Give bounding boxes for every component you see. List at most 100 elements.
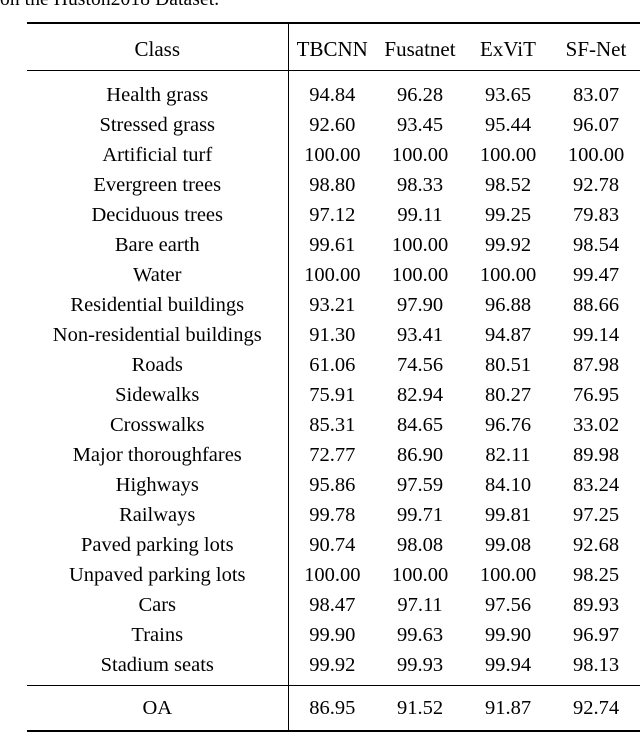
cell-tbcnn: 99.61 — [309, 234, 356, 256]
cell-tbcnn: 99.90 — [309, 624, 356, 646]
table-row: Roads 61.06 74.56 80.51 87.98 — [27, 350, 640, 380]
column-header-fusatnet: Fusatnet — [384, 37, 456, 61]
cell-exvit: 99.25 — [484, 204, 532, 226]
row-label: Water — [27, 260, 289, 290]
column-header-sfnet: SF-Net — [565, 37, 627, 61]
table-spacer — [27, 71, 640, 80]
table-row: Paved parking lots 90.74 98.08 99.08 92.… — [27, 530, 640, 560]
cell-exvit: 80.27 — [484, 384, 532, 406]
table-body: Class TBCNN Fusatnet ExViT SF-Net Health… — [27, 22, 640, 732]
cell-sfnet: 89.98 — [572, 444, 620, 466]
cell-fusatnet: 99.63 — [396, 624, 444, 646]
row-label: Stressed grass — [27, 110, 289, 140]
table-row: Cars 98.47 97.11 97.56 89.93 — [27, 590, 640, 620]
cell-exvit: 97.56 — [484, 594, 532, 616]
row-label-oa: OA — [27, 691, 289, 725]
table-row: Evergreen trees 98.80 98.33 98.52 92.78 — [27, 170, 640, 200]
row-label: Residential buildings — [27, 290, 289, 320]
table-row: Trains 99.90 99.63 99.90 96.97 — [27, 620, 640, 650]
caption-text: on the Huston2018 Dataset. — [0, 0, 640, 12]
row-label: Major thoroughfares — [27, 440, 289, 470]
cell-exvit: 96.88 — [484, 294, 532, 316]
cell-fusatnet: 97.59 — [396, 474, 444, 496]
results-table-container: Class TBCNN Fusatnet ExViT SF-Net Health… — [27, 22, 640, 732]
cell-exvit: 99.94 — [484, 654, 532, 676]
cell-fusatnet: 99.93 — [396, 654, 444, 676]
cell-sfnet: 33.02 — [572, 414, 620, 436]
cell-sfnet: 99.14 — [572, 324, 620, 346]
cell-fusatnet: 100.00 — [391, 564, 449, 586]
cell-tbcnn: 85.31 — [309, 414, 356, 436]
table-row: Artificial turf 100.00 100.00 100.00 100… — [27, 140, 640, 170]
row-label: Evergreen trees — [27, 170, 289, 200]
cell-sfnet: 88.66 — [572, 294, 620, 316]
table-spacer — [27, 24, 640, 33]
cell-fusatnet: 99.11 — [397, 204, 443, 226]
row-label: Crosswalks — [27, 410, 289, 440]
cell-exvit: 100.00 — [479, 144, 537, 166]
row-label: Sidewalks — [27, 380, 289, 410]
cell-sfnet: 79.83 — [572, 204, 620, 226]
cell-tbcnn: 92.60 — [309, 114, 356, 136]
cell-tbcnn: 100.00 — [304, 564, 361, 586]
table-row: Stressed grass 92.60 93.45 95.44 96.07 — [27, 110, 640, 140]
cell-fusatnet: 93.45 — [396, 114, 444, 136]
column-header-class: Class — [27, 33, 289, 65]
cell-oa-sfnet: 92.74 — [572, 697, 620, 719]
cell-sfnet: 89.93 — [572, 594, 620, 616]
table-row: Health grass 94.84 96.28 93.65 83.07 — [27, 80, 640, 110]
cell-exvit: 99.08 — [484, 534, 532, 556]
cell-exvit: 93.65 — [484, 84, 532, 106]
row-label: Artificial turf — [27, 140, 289, 170]
cell-sfnet: 92.78 — [572, 174, 620, 196]
row-label: Stadium seats — [27, 650, 289, 680]
cell-tbcnn: 98.47 — [309, 594, 356, 616]
table-row: Crosswalks 85.31 84.65 96.76 33.02 — [27, 410, 640, 440]
table-caption: on the Huston2018 Dataset. — [0, 0, 640, 12]
table-row: Sidewalks 75.91 82.94 80.27 76.95 — [27, 380, 640, 410]
table-row: Unpaved parking lots 100.00 100.00 100.0… — [27, 560, 640, 590]
cell-fusatnet: 74.56 — [396, 354, 444, 376]
table-row: Railways 99.78 99.71 99.81 97.25 — [27, 500, 640, 530]
table-row: Water 100.00 100.00 100.00 99.47 — [27, 260, 640, 290]
row-label: Non-residential buildings — [27, 320, 289, 350]
cell-exvit: 99.90 — [484, 624, 532, 646]
cell-fusatnet: 97.11 — [397, 594, 443, 616]
table-row: Highways 95.86 97.59 84.10 83.24 — [27, 470, 640, 500]
cell-sfnet: 99.47 — [572, 264, 620, 286]
cell-fusatnet: 99.71 — [396, 504, 444, 526]
row-label: Deciduous trees — [27, 200, 289, 230]
cell-exvit: 84.10 — [484, 474, 532, 496]
cell-sfnet: 96.07 — [572, 114, 620, 136]
cell-tbcnn: 61.06 — [309, 354, 356, 376]
cell-tbcnn: 95.86 — [309, 474, 356, 496]
cell-fusatnet: 84.65 — [396, 414, 444, 436]
cell-oa-tbcnn: 86.95 — [309, 697, 356, 719]
cell-fusatnet: 96.28 — [396, 84, 444, 106]
cell-tbcnn: 99.92 — [309, 654, 356, 676]
table-summary-row: OA 86.95 91.52 91.87 92.74 — [27, 691, 640, 725]
cell-sfnet: 87.98 — [572, 354, 620, 376]
cell-sfnet: 100.00 — [567, 144, 625, 166]
cell-sfnet: 96.97 — [572, 624, 620, 646]
cell-tbcnn: 98.80 — [309, 174, 356, 196]
row-label: Unpaved parking lots — [27, 560, 289, 590]
row-label: Railways — [27, 500, 289, 530]
cell-fusatnet: 100.00 — [391, 264, 449, 286]
row-label: Trains — [27, 620, 289, 650]
row-label: Highways — [27, 470, 289, 500]
row-label: Paved parking lots — [27, 530, 289, 560]
cell-tbcnn: 97.12 — [309, 204, 356, 226]
cell-exvit: 98.52 — [484, 174, 532, 196]
cell-exvit: 95.44 — [484, 114, 532, 136]
cell-sfnet: 98.25 — [572, 564, 620, 586]
column-header-exvit: ExViT — [480, 37, 536, 61]
cell-oa-fusatnet: 91.52 — [396, 697, 444, 719]
cell-sfnet: 97.25 — [572, 504, 620, 526]
table-row: Bare earth 99.61 100.00 99.92 98.54 — [27, 230, 640, 260]
cell-sfnet: 83.07 — [572, 84, 620, 106]
cell-exvit: 99.81 — [484, 504, 532, 526]
cell-sfnet: 92.68 — [572, 534, 620, 556]
cell-exvit: 96.76 — [484, 414, 532, 436]
cell-tbcnn: 75.91 — [309, 384, 356, 406]
